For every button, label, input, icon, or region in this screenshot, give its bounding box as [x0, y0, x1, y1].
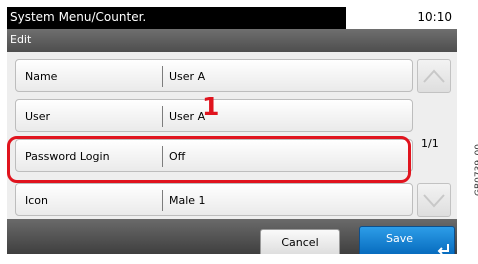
- row-value: Male 1: [169, 194, 206, 207]
- row-label: Name: [25, 70, 58, 83]
- list-item-icon[interactable]: Icon Male 1: [15, 183, 413, 216]
- save-button[interactable]: Save: [359, 226, 455, 254]
- chevron-up-icon: [423, 69, 445, 83]
- cancel-label: Cancel: [281, 236, 319, 249]
- clock: 10:10: [417, 10, 452, 24]
- scroll-down-button[interactable]: [417, 183, 451, 217]
- device-screen: System Menu/Counter. 10:10 Edit Name Use…: [7, 7, 457, 254]
- screen-subheader: Edit: [7, 29, 457, 52]
- row-label: Icon: [25, 194, 48, 207]
- callout-number: 1: [202, 92, 220, 121]
- status-bar: System Menu/Counter. 10:10: [7, 7, 457, 29]
- row-label: User: [25, 110, 51, 123]
- list-item-name[interactable]: Name User A: [15, 59, 413, 92]
- row-value: User A: [169, 110, 206, 123]
- save-label: Save: [386, 232, 414, 245]
- divider: [162, 66, 163, 87]
- divider: [162, 190, 163, 211]
- page-title: Edit: [10, 33, 32, 46]
- chevron-down-icon: [423, 194, 445, 208]
- document-id: GB0739_00: [474, 143, 478, 196]
- callout-highlight: [7, 136, 411, 183]
- row-value: User A: [169, 70, 206, 83]
- cancel-button[interactable]: Cancel: [260, 229, 340, 254]
- page-indicator: 1/1: [421, 137, 439, 150]
- window-title: System Menu/Counter.: [10, 10, 147, 24]
- scroll-up-button[interactable]: [417, 59, 451, 93]
- time-display: 10:10: [346, 7, 457, 29]
- enter-icon: [437, 244, 449, 254]
- divider: [162, 106, 163, 127]
